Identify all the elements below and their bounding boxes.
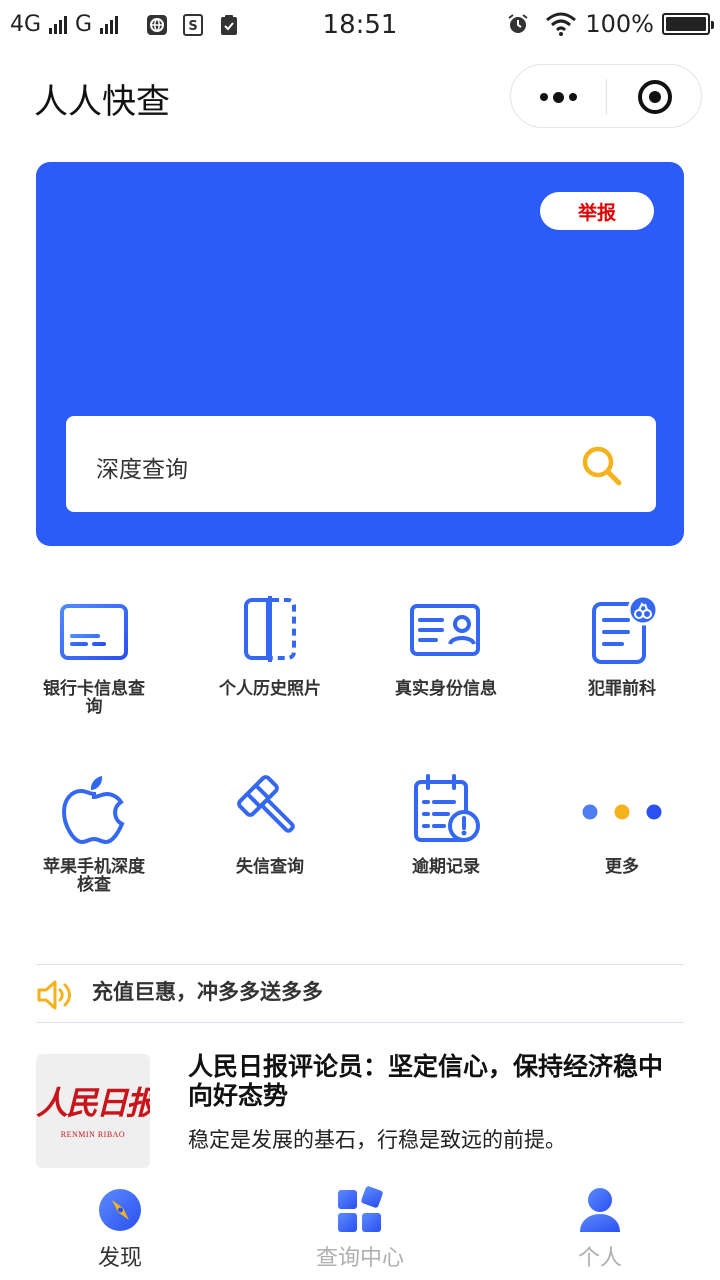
mini-program-capsule [510, 64, 702, 128]
newspaper-logo: 人民日报 [36, 1084, 150, 1122]
compass-icon [99, 1189, 141, 1231]
status-right: 100% [507, 10, 714, 38]
close-button[interactable] [607, 65, 703, 129]
news-title[interactable]: 人民日报评论员：坚定信心，保持经济稳中向好态势 [188, 1052, 684, 1110]
grid-item-real-identity[interactable]: 真实身份信息 [358, 596, 534, 698]
notice-text[interactable]: 充值巨惠，冲多多送多多 [92, 976, 323, 1006]
app-title: 人人快查 [34, 82, 170, 122]
grid-item-overdue[interactable]: 逾期记录 [358, 772, 534, 876]
apple-icon [61, 776, 125, 844]
status-bar: 4G G S 18:51 100% [0, 0, 720, 50]
speaker-icon [37, 980, 71, 1010]
more-menu-button[interactable] [511, 65, 606, 129]
grid-apps-icon [338, 1186, 383, 1232]
dot-icon [540, 93, 548, 101]
grid-item-label: 失信查询 [236, 857, 304, 877]
grid-item-criminal-record[interactable]: 犯罪前科 [534, 596, 710, 698]
battery-percent: 100% [585, 10, 654, 38]
criminal-record-icon [592, 596, 659, 664]
search-box[interactable]: 深度查询 [66, 416, 656, 512]
wifi-icon [546, 12, 577, 36]
search-icon[interactable] [580, 444, 624, 488]
grid-item-dishonesty[interactable]: 失信查询 [182, 772, 358, 876]
photo-frame-icon [244, 596, 296, 662]
divider-top [36, 964, 684, 965]
grid-item-bank-card[interactable]: 银行卡信息查询 [6, 596, 182, 716]
grid-item-label: 更多 [605, 857, 639, 877]
bank-card-icon [60, 604, 128, 660]
id-card-icon [410, 604, 480, 656]
news-thumbnail[interactable]: 人民日报 RENMIN RIBAO [36, 1054, 150, 1168]
hero-banner: 举报 深度查询 [36, 162, 684, 546]
tab-query-center[interactable]: 查询中心 [240, 1176, 480, 1280]
grid-item-label: 苹果手机深度核查 [43, 857, 145, 895]
grid-item-label: 银行卡信息查询 [43, 679, 145, 717]
newspaper-logo-en: RENMIN RIBAO [60, 1130, 126, 1139]
search-placeholder: 深度查询 [96, 457, 188, 483]
tab-label: 个人 [577, 1246, 622, 1271]
target-circle-icon [638, 80, 672, 114]
tab-discover[interactable]: 发现 [0, 1176, 240, 1280]
bottom-tab-bar: 发现 查询中心 个人 [0, 1176, 720, 1280]
grid-item-apple-check[interactable]: 苹果手机深度核查 [6, 772, 182, 894]
battery-icon [662, 13, 714, 35]
tab-label: 查询中心 [315, 1246, 404, 1271]
user-icon [580, 1188, 620, 1232]
grid-item-label: 真实身份信息 [395, 679, 497, 699]
divider-bottom [36, 1022, 684, 1023]
overdue-clipboard-icon [414, 774, 480, 842]
dot-icon [569, 93, 577, 101]
grid-item-label: 犯罪前科 [588, 679, 656, 699]
grid-item-more[interactable]: 更多 [534, 772, 710, 876]
tab-personal[interactable]: 个人 [480, 1176, 720, 1280]
gavel-icon [237, 775, 295, 833]
report-button[interactable]: 举报 [540, 192, 654, 230]
news-subtitle: 稳定是发展的基石，行稳是致远的前提。 [188, 1128, 566, 1152]
grid-item-label: 个人历史照片 [219, 679, 321, 699]
alarm-icon [508, 14, 528, 33]
dot-icon [553, 91, 564, 103]
more-dots-icon [582, 804, 662, 820]
grid-item-history-photos[interactable]: 个人历史照片 [182, 596, 358, 698]
grid-item-label: 逾期记录 [412, 857, 480, 877]
tab-label: 发现 [97, 1246, 142, 1271]
